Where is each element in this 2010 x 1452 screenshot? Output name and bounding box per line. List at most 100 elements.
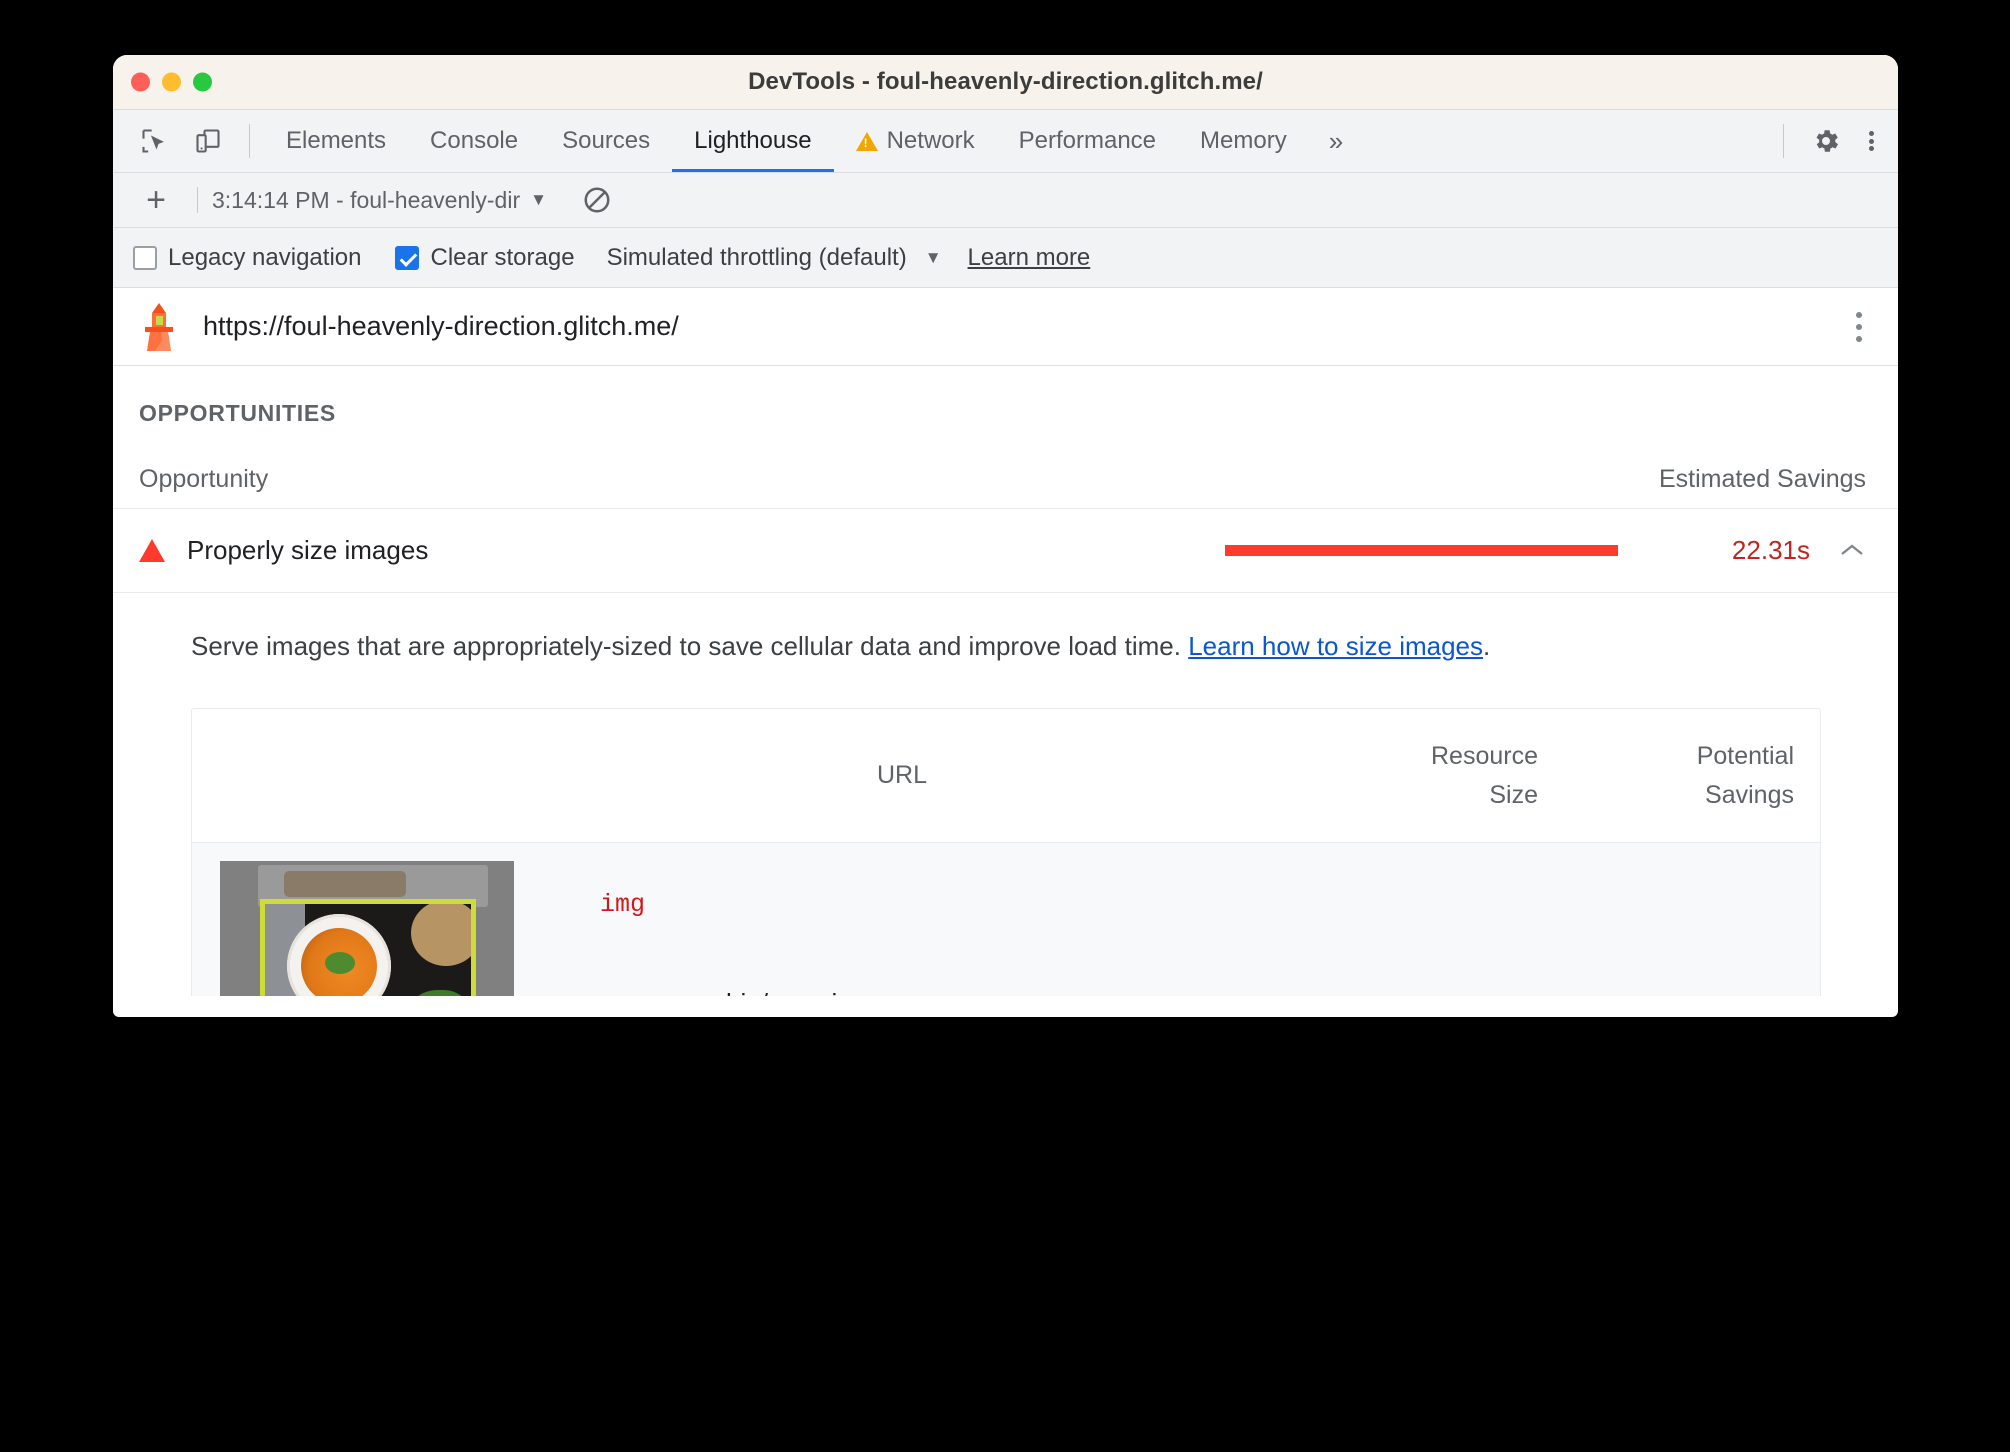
tab-label: Console bbox=[430, 127, 519, 154]
kebab-dot bbox=[1868, 146, 1874, 151]
soup-screenshot-thumbnail[interactable]: Soop Cozy warm bbox=[220, 861, 514, 996]
resource-size-line1: Resource bbox=[1431, 741, 1538, 770]
warning-triangle-icon bbox=[855, 131, 878, 151]
more-tabs-icon[interactable]: » bbox=[1309, 110, 1363, 172]
report-url-header: https://foul-heavenly-direction.glitch.m… bbox=[113, 288, 1898, 366]
clear-storage-checkbox[interactable]: Clear storage bbox=[395, 243, 575, 272]
resource-size-line2: Size bbox=[1489, 780, 1538, 809]
table-row: Soop Cozy warm img …big/soop.jpg (storag… bbox=[192, 843, 1820, 996]
devtools-window: DevTools - foul-heavenly-direction.glitc… bbox=[113, 55, 1898, 1017]
tab-label: Performance bbox=[1018, 127, 1157, 154]
chevron-down-icon: ▼ bbox=[924, 247, 942, 267]
thumbnail-photo bbox=[265, 904, 471, 996]
potential-savings-line1: Potential bbox=[1696, 741, 1794, 770]
throttling-label: Simulated throttling (default) bbox=[606, 243, 907, 271]
description-text-before: Serve images that are appropriately-size… bbox=[191, 631, 1189, 661]
tab-lighthouse[interactable]: Lighthouse bbox=[672, 110, 835, 172]
node-tag-label: img bbox=[600, 890, 646, 920]
close-button[interactable] bbox=[131, 72, 150, 92]
tabbar-actions bbox=[1769, 110, 1898, 172]
table-cell-thumbnail: Soop Cozy warm bbox=[220, 861, 550, 996]
description-text-after: . bbox=[1483, 631, 1491, 661]
url-line: …big/soop.jpg (storage.googleapis.com) bbox=[700, 988, 1128, 996]
clear-storage-label: Clear storage bbox=[430, 243, 575, 271]
tab-label: Sources bbox=[562, 127, 651, 154]
kebab-dot bbox=[1868, 138, 1874, 144]
tabbar-divider-right bbox=[1783, 124, 1784, 158]
maximize-button[interactable] bbox=[193, 72, 212, 92]
learn-more-link[interactable]: Learn more bbox=[968, 244, 1091, 272]
potential-savings-line2: Savings bbox=[1705, 780, 1794, 809]
window-title: DevTools - foul-heavenly-direction.glitc… bbox=[748, 68, 1263, 95]
checkbox-box[interactable] bbox=[133, 245, 157, 270]
tab-sources[interactable]: Sources bbox=[540, 110, 672, 172]
opportunities-table-header: Opportunity Estimated Savings bbox=[113, 427, 1898, 509]
learn-how-to-size-images-link[interactable]: Learn how to size images bbox=[1188, 631, 1483, 661]
panel-tabs: Elements Console Sources Lighthouse Netw… bbox=[264, 110, 1363, 172]
window-title-bar: DevTools - foul-heavenly-direction.glitc… bbox=[113, 55, 1898, 110]
photo-herbs bbox=[325, 952, 355, 975]
resource-url[interactable]: …big/soop.jpg bbox=[700, 988, 866, 996]
column-header-potential-savings: Potential Savings bbox=[1538, 737, 1794, 815]
new-report-button[interactable]: + bbox=[129, 183, 183, 217]
savings-value: 22.31s bbox=[1731, 535, 1810, 565]
window-controls[interactable] bbox=[131, 72, 212, 92]
table-cell-url: img …big/soop.jpg (storage.googleapis.co… bbox=[550, 876, 1310, 996]
table-cell-potential-savings: 2,268.2 KiB bbox=[1552, 921, 1794, 996]
lighthouse-report-body: OPPORTUNITIES Opportunity Estimated Savi… bbox=[113, 366, 1898, 996]
minimize-button[interactable] bbox=[162, 72, 181, 92]
thumbnail-card-pill bbox=[284, 871, 406, 898]
savings-bar bbox=[1225, 545, 1618, 556]
fail-triangle-icon bbox=[139, 539, 165, 562]
gear-icon[interactable] bbox=[1798, 110, 1854, 172]
tab-network[interactable]: Network bbox=[834, 110, 997, 172]
kebab-dot bbox=[1856, 311, 1862, 318]
column-header-resource-size: Resource Size bbox=[1282, 737, 1538, 815]
kebab-dot bbox=[1868, 131, 1874, 136]
kebab-menu-icon[interactable] bbox=[1854, 110, 1898, 172]
opportunity-description: Serve images that are appropriately-size… bbox=[191, 629, 1866, 664]
lighthouse-logo-icon bbox=[137, 301, 181, 353]
runbar-divider bbox=[197, 187, 198, 213]
opportunity-row-properly-size-images[interactable]: Properly size images 22.31s bbox=[113, 509, 1898, 592]
tab-label: Elements bbox=[286, 127, 387, 154]
report-menu-icon[interactable] bbox=[1846, 303, 1872, 351]
lighthouse-run-toolbar: + 3:14:14 PM - foul-heavenly-dir ▼ bbox=[113, 173, 1898, 228]
tab-label: Memory bbox=[1200, 127, 1287, 154]
report-selector-label: 3:14:14 PM - foul-heavenly-dir bbox=[212, 186, 521, 213]
col-header-estimated-savings: Estimated Savings bbox=[1658, 465, 1866, 493]
kebab-dot bbox=[1856, 335, 1862, 342]
report-selector-dropdown[interactable]: 3:14:14 PM - foul-heavenly-dir ▼ bbox=[212, 187, 547, 214]
tabbar-divider bbox=[249, 124, 250, 158]
screenshot-stage: DevTools - foul-heavenly-direction.glitc… bbox=[0, 0, 2010, 1452]
column-header-url: URL bbox=[876, 761, 927, 790]
tab-console[interactable]: Console bbox=[408, 110, 540, 172]
throttling-dropdown[interactable]: Simulated throttling (default) ▼ bbox=[607, 244, 942, 272]
col-header-opportunity: Opportunity bbox=[139, 465, 269, 493]
photo-bread bbox=[411, 904, 471, 967]
tab-label: Network bbox=[886, 127, 975, 154]
kebab-dot bbox=[1856, 323, 1862, 330]
clear-all-icon[interactable] bbox=[581, 184, 613, 216]
device-toolbar-icon[interactable] bbox=[181, 110, 235, 172]
report-url: https://foul-heavenly-direction.glitch.m… bbox=[203, 311, 679, 341]
resource-host: (storage.googleapis.com) bbox=[880, 992, 1128, 996]
photo-basil bbox=[409, 990, 467, 996]
devtools-tab-bar: Elements Console Sources Lighthouse Netw… bbox=[113, 110, 1898, 173]
tab-performance[interactable]: Performance bbox=[997, 110, 1178, 172]
thumbnail-highlight-box: Soop bbox=[260, 899, 476, 996]
checkbox-box-checked[interactable] bbox=[395, 245, 420, 270]
section-title-opportunities: OPPORTUNITIES bbox=[139, 400, 336, 426]
tab-label: Lighthouse bbox=[694, 127, 812, 154]
chevron-up-icon[interactable] bbox=[1838, 537, 1866, 565]
legacy-navigation-checkbox[interactable]: Legacy navigation bbox=[133, 244, 361, 272]
inspect-element-icon[interactable] bbox=[127, 110, 181, 172]
tab-memory[interactable]: Memory bbox=[1178, 110, 1309, 172]
opportunity-savings-group: 22.31s bbox=[1225, 535, 1866, 566]
lighthouse-settings-bar: Legacy navigation Clear storage Simulate… bbox=[113, 228, 1898, 288]
chevron-down-icon: ▼ bbox=[530, 190, 547, 209]
opportunity-details: Serve images that are appropriately-size… bbox=[113, 592, 1898, 996]
table-header-row: URL Resource Size Potential Savings bbox=[192, 709, 1820, 844]
tab-elements[interactable]: Elements bbox=[264, 110, 408, 172]
opportunity-details-table: URL Resource Size Potential Savings img bbox=[191, 708, 1821, 996]
